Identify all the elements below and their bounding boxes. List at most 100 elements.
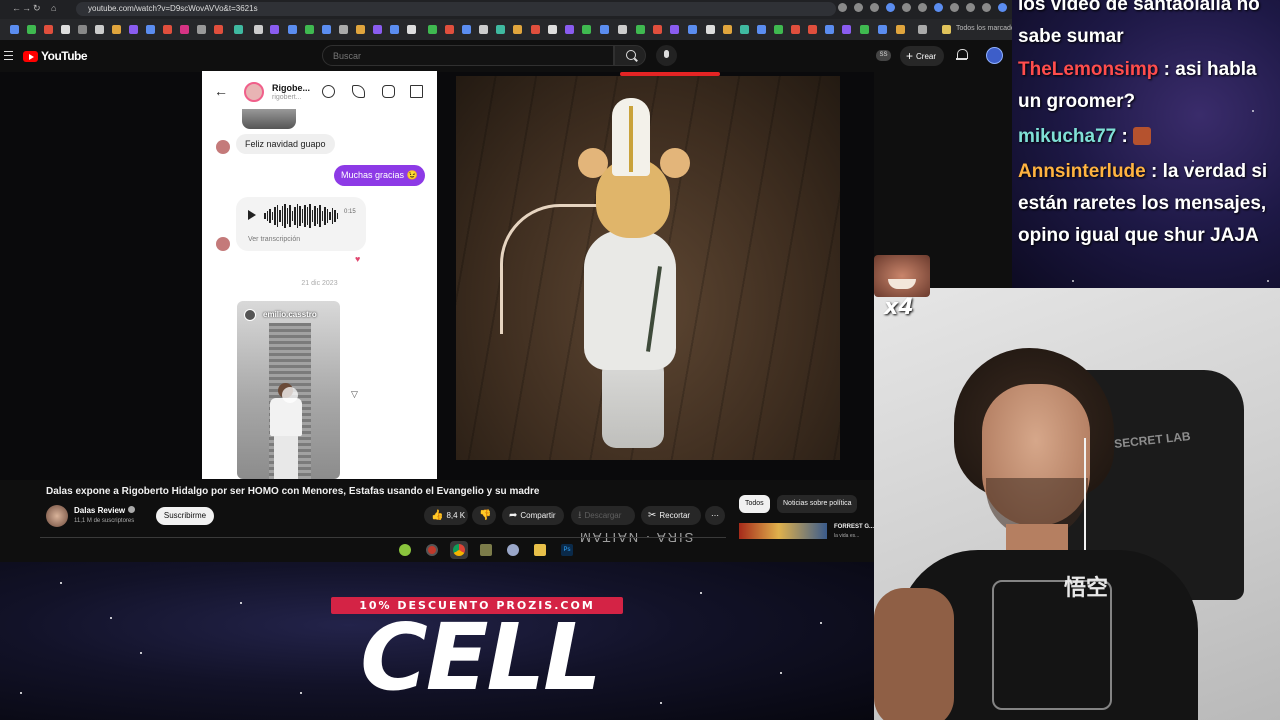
bookmark-icon[interactable] (234, 25, 243, 34)
bookmark-icon[interactable] (825, 25, 834, 34)
taskbar-app-icon[interactable] (477, 541, 495, 559)
star-icon[interactable] (854, 3, 863, 12)
bookmark-icon[interactable] (254, 25, 263, 34)
bookmark-icon[interactable] (860, 25, 869, 34)
extension-icon[interactable] (902, 3, 911, 12)
bookmark-icon[interactable] (757, 25, 766, 34)
bookmark-icon[interactable] (288, 25, 297, 34)
back-icon[interactable]: ← (12, 3, 21, 13)
download-button[interactable]: ⭳ Descargar (571, 506, 635, 525)
chat-username: Annsinterlude (1018, 161, 1146, 182)
bookmark-icon[interactable] (565, 25, 574, 34)
bookmark-icon[interactable] (653, 25, 662, 34)
bookmark-icon[interactable] (878, 25, 887, 34)
search-icon[interactable] (614, 45, 646, 66)
bookmark-icon[interactable] (445, 25, 454, 34)
share-button[interactable]: ➦ Compartir (502, 506, 564, 525)
create-button[interactable]: + Crear (900, 46, 944, 66)
bookmark-icon[interactable] (270, 25, 279, 34)
bookmark-icon[interactable] (706, 25, 715, 34)
bookmark-icon[interactable] (44, 25, 53, 34)
account-badge[interactable]: SS (876, 50, 891, 61)
bookmark-icon[interactable] (27, 25, 36, 34)
folder-icon[interactable] (531, 541, 549, 559)
bookmark-icon[interactable] (339, 25, 348, 34)
bookmark-icon[interactable] (180, 25, 189, 34)
taskbar-app-icon[interactable] (423, 541, 441, 559)
bookmark-icon[interactable] (774, 25, 783, 34)
bookmark-icon[interactable] (513, 25, 522, 34)
bookmark-icon[interactable] (740, 25, 749, 34)
bookmark-icon[interactable] (163, 25, 172, 34)
more-actions-button[interactable]: ⋯ (705, 506, 725, 525)
bookmark-icon[interactable] (688, 25, 697, 34)
cast-icon[interactable] (838, 3, 847, 12)
address-bar[interactable]: youtube.com/watch?v=D9scWovAVVo&t=3621s (76, 2, 836, 16)
channel-avatar[interactable] (46, 505, 68, 527)
bookmark-icon[interactable] (356, 25, 365, 34)
search-input[interactable]: Buscar (322, 45, 614, 66)
bookmarks-overflow-icon[interactable] (918, 25, 927, 34)
bookmark-icon[interactable] (531, 25, 540, 34)
home-icon[interactable]: ⌂ (51, 3, 56, 13)
contact-name: Rigobe... (272, 83, 310, 93)
bookmark-icon[interactable] (582, 25, 591, 34)
bell-icon[interactable] (956, 49, 968, 61)
reload-icon[interactable]: ↻ (33, 3, 41, 14)
bookmark-icon[interactable] (61, 25, 70, 34)
bookmark-icon[interactable] (390, 25, 399, 34)
extension-icon[interactable] (870, 3, 879, 12)
youtube-logo[interactable]: YouTube (23, 49, 88, 63)
recommended-thumbnail[interactable] (739, 523, 827, 539)
bookmark-icon[interactable] (428, 25, 437, 34)
bookmark-icon[interactable] (791, 25, 800, 34)
bookmark-icon[interactable] (373, 25, 382, 34)
chip-all[interactable]: Todos (739, 495, 770, 513)
bookmark-icon[interactable] (10, 25, 19, 34)
microphone-icon[interactable] (656, 45, 677, 66)
chip-politics-news[interactable]: Noticias sobre política (777, 495, 858, 513)
taskbar-app-icon[interactable] (396, 541, 414, 559)
extension-icon[interactable] (966, 3, 975, 12)
forward-icon[interactable]: → (22, 3, 31, 13)
bookmark-icon[interactable] (479, 25, 488, 34)
bookmark-icon[interactable] (95, 25, 104, 34)
like-button[interactable]: 👍 8,4 K (424, 506, 468, 525)
photoshop-icon[interactable]: Ps (558, 541, 576, 559)
bookmark-icon[interactable] (600, 25, 609, 34)
extension-icon[interactable] (934, 3, 943, 12)
chrome-icon[interactable] (450, 541, 468, 559)
channel-name[interactable]: Dalas Review (74, 506, 136, 515)
bookmark-icon[interactable] (407, 25, 416, 34)
dislike-button[interactable]: 👎 (472, 506, 496, 525)
bookmark-icon[interactable] (462, 25, 471, 34)
bookmark-icon[interactable] (723, 25, 732, 34)
bookmark-icon[interactable] (618, 25, 627, 34)
bookmark-icon[interactable] (670, 25, 679, 34)
extension-icon[interactable] (918, 3, 927, 12)
bookmark-icon[interactable] (129, 25, 138, 34)
extension-icon[interactable] (886, 3, 895, 12)
bookmark-icon[interactable] (322, 25, 331, 34)
bookmark-icon[interactable] (112, 25, 121, 34)
clip-button[interactable]: ✂ Recortar (641, 506, 701, 525)
subscribe-button[interactable]: Suscribirme (156, 507, 214, 525)
bookmark-icon[interactable] (896, 25, 905, 34)
recommended-title[interactable]: FORREST G... (834, 524, 874, 530)
bookmark-icon[interactable] (808, 25, 817, 34)
bookmark-icon[interactable] (636, 25, 645, 34)
profile-icon[interactable] (998, 3, 1007, 12)
bookmark-icon[interactable] (146, 25, 155, 34)
taskbar-app-icon[interactable] (504, 541, 522, 559)
bookmark-icon[interactable] (496, 25, 505, 34)
avatar[interactable] (986, 47, 1003, 64)
bookmark-icon[interactable] (305, 25, 314, 34)
bookmark-icon[interactable] (548, 25, 557, 34)
menu-icon[interactable] (4, 51, 13, 60)
bookmark-icon[interactable] (78, 25, 87, 34)
extension-icon[interactable] (982, 3, 991, 12)
bookmark-icon[interactable] (214, 25, 223, 34)
bookmark-icon[interactable] (197, 25, 206, 34)
extension-icon[interactable] (950, 3, 959, 12)
bookmark-icon[interactable] (842, 25, 851, 34)
